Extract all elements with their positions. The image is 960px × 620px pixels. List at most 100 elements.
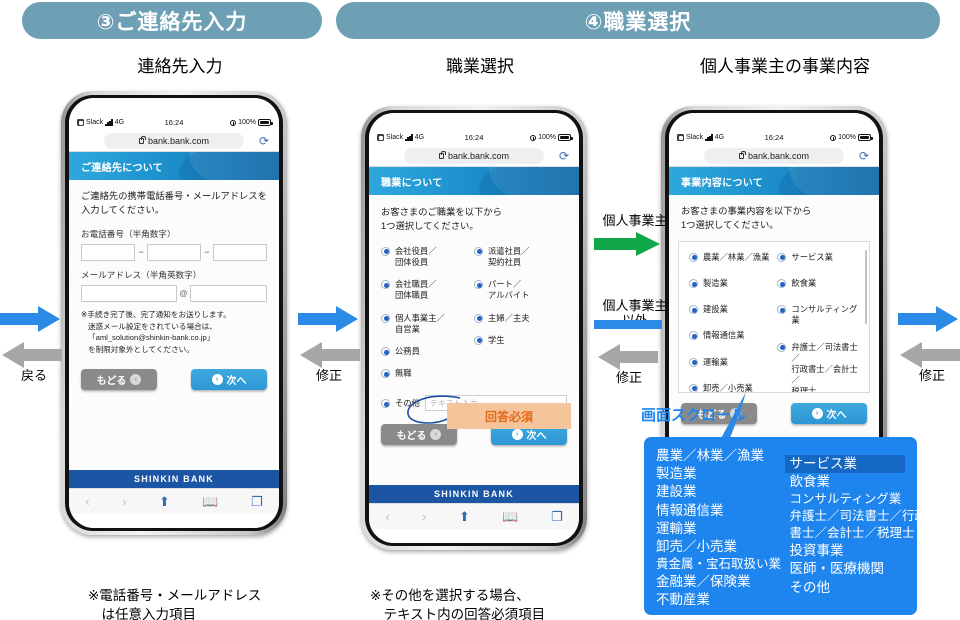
next-button[interactable]: › 次へ	[191, 368, 267, 390]
book-icon[interactable]: 📖	[502, 510, 518, 523]
step-pill-3-label: ③ご連絡先入力	[96, 10, 248, 34]
radio-option[interactable]: パート／ アルバイト	[474, 279, 567, 301]
chevron-left-icon: ‹	[430, 429, 442, 441]
status-bar: Slack 4G 16:24 100%	[369, 130, 579, 145]
popup-column-right: サービス業 飲食業 コンサルティング業 弁護士／司法書士／行政 書士／会計士／税…	[785, 447, 927, 607]
back-button[interactable]: もどる ‹	[81, 368, 157, 390]
back-button[interactable]: もどる ‹	[381, 424, 457, 446]
browser-forward-icon[interactable]: ›	[422, 510, 426, 523]
browser-back-icon[interactable]: ‹	[85, 495, 89, 508]
popup-item[interactable]: 農業／林業／漁業	[656, 447, 785, 465]
browser-back-icon[interactable]: ‹	[385, 510, 389, 523]
browser-url-bar[interactable]: bank.bank.com ⟳	[369, 145, 579, 167]
caption-occupation-label: 職業選択	[446, 57, 514, 76]
radio-option[interactable]: 農業／林業／漁業	[689, 252, 777, 263]
popup-item[interactable]: 飲食業	[785, 473, 905, 491]
step-pill-4-label: ④職業選択	[584, 10, 692, 34]
popup-item[interactable]: 弁護士／司法書士／行政	[785, 508, 927, 525]
radio-icon	[474, 335, 483, 345]
reload-icon[interactable]: ⟳	[259, 135, 269, 147]
scroll-label: 画面スクロール	[641, 404, 746, 425]
radio-option[interactable]: 弁護士／司法書士／ 行政書士／会計士／ 税理士	[777, 342, 859, 392]
back-button-label: もどる	[96, 375, 127, 387]
popup-item[interactable]: コンサルティング業	[785, 491, 905, 508]
caption-contact: 連絡先入力	[70, 52, 290, 77]
page-header-title: 職業について	[381, 177, 443, 189]
radio-icon	[381, 347, 390, 356]
popup-item[interactable]: 不動産業	[656, 591, 785, 609]
radio-option[interactable]: 派遣社員／ 契約社員	[474, 246, 567, 268]
radio-option[interactable]: 運輸業	[689, 357, 777, 368]
next-button[interactable]: › 次へ	[791, 402, 867, 424]
radio-icon	[474, 246, 483, 256]
reload-icon[interactable]: ⟳	[559, 150, 569, 162]
popup-item[interactable]: 書士／会計士／税理士	[785, 525, 914, 542]
radio-icon	[777, 279, 787, 289]
popup-item[interactable]: その他	[785, 579, 905, 597]
location-icon	[530, 134, 537, 141]
url-chip[interactable]: bank.bank.com	[104, 132, 244, 149]
step-pill-3: ③ご連絡先入力	[22, 2, 322, 39]
radio-option[interactable]: 製造業	[689, 278, 777, 289]
tabs-icon[interactable]: ❐	[551, 510, 563, 523]
step-pill-4: ④職業選択	[336, 2, 940, 39]
popup-item[interactable]: 情報通信業	[656, 502, 785, 520]
tabs-icon[interactable]: ❐	[251, 495, 263, 508]
mail-inputs-row: @	[81, 284, 267, 302]
radio-option[interactable]: 公務員	[381, 346, 474, 357]
popup-item[interactable]: 医師・医療機関	[785, 560, 905, 578]
forward-arrow-3	[898, 306, 958, 332]
share-icon[interactable]: ⬆	[159, 495, 170, 508]
page-body-contact: ご連絡先の携帯電話番号・メールアドレスを 入力してください。 お電話番号（半角数…	[69, 180, 279, 470]
radio-option[interactable]: サービス業	[777, 252, 859, 263]
share-icon[interactable]: ⬆	[459, 510, 470, 523]
browser-toolbar: ‹ › ⬆ 📖 ❐	[69, 488, 279, 514]
popup-item-selected[interactable]: サービス業	[785, 455, 905, 474]
url-chip[interactable]: bank.bank.com	[404, 147, 544, 164]
radio-option[interactable]: 個人事業主／ 自営業	[381, 313, 474, 335]
phone-input-1[interactable]	[81, 243, 136, 261]
mail-domain-input[interactable]	[189, 284, 267, 302]
browser-forward-icon[interactable]: ›	[122, 495, 126, 508]
radio-option[interactable]: コンサルティング業	[777, 304, 859, 326]
back-button-label: もどる	[396, 431, 427, 443]
radio-icon	[381, 280, 390, 290]
reload-icon[interactable]: ⟳	[859, 150, 869, 162]
radio-icon	[689, 279, 698, 289]
url-chip[interactable]: bank.bank.com	[704, 147, 844, 164]
mail-local-input[interactable]	[81, 284, 178, 302]
popup-item[interactable]: 金融業／保険業	[656, 573, 785, 591]
popup-item[interactable]: 建設業	[656, 483, 785, 501]
lead-text-value: お客さまの事業内容を以下から 1つ選択してください。	[681, 206, 812, 230]
browser-url-bar[interactable]: bank.bank.com ⟳	[69, 130, 279, 152]
bank-footer: SHINKIN BANK	[369, 485, 579, 503]
radio-option[interactable]: 情報通信業	[689, 330, 777, 341]
radio-option[interactable]: 主婦／主夫	[474, 313, 567, 324]
popup-item[interactable]: 製造業	[656, 465, 785, 483]
phone-input-3[interactable]	[212, 243, 267, 261]
radio-option[interactable]: 会社役員／ 団体役員	[381, 246, 474, 268]
business-scroll-area[interactable]: 農業／林業／漁業 製造業 建設業 情報通信業 運輸業 卸売／小売業 サービス業 …	[678, 240, 870, 393]
phone-screen-occupation: Slack 4G 16:24 100% bank.bank.com ⟳ 職業につ…	[369, 113, 579, 543]
branch-arrow-other	[594, 320, 662, 329]
radio-option[interactable]: 建設業	[689, 304, 777, 315]
business-options-left: 農業／林業／漁業 製造業 建設業 情報通信業 運輸業 卸売／小売業	[689, 252, 777, 392]
popup-item[interactable]: 貴金属・宝石取扱い業	[656, 556, 785, 573]
popup-item[interactable]: 運輸業	[656, 520, 785, 538]
radio-option[interactable]: 学生	[474, 335, 567, 346]
phone-input-2[interactable]	[146, 243, 202, 261]
radio-icon	[381, 369, 390, 379]
lead-text-value: ご連絡先の携帯電話番号・メールアドレスを 入力してください。	[81, 191, 267, 215]
browser-toolbar: ‹ › ⬆ 📖 ❐	[369, 503, 579, 529]
popup-item[interactable]: 投資事業	[785, 542, 905, 560]
url-text: bank.bank.com	[447, 150, 510, 161]
scrollbar-thumb[interactable]	[864, 249, 867, 324]
next-button-label: 次へ	[526, 431, 547, 443]
chevron-right-icon: ›	[811, 407, 823, 419]
book-icon[interactable]: 📖	[202, 495, 218, 508]
popup-item[interactable]: 卸売／小売業	[656, 538, 785, 556]
radio-option[interactable]: 飲食業	[777, 278, 859, 289]
browser-url-bar[interactable]: bank.bank.com ⟳	[669, 145, 879, 167]
radio-option[interactable]: 無職	[381, 368, 474, 379]
radio-option[interactable]: 会社職員／ 団体職員	[381, 279, 474, 301]
